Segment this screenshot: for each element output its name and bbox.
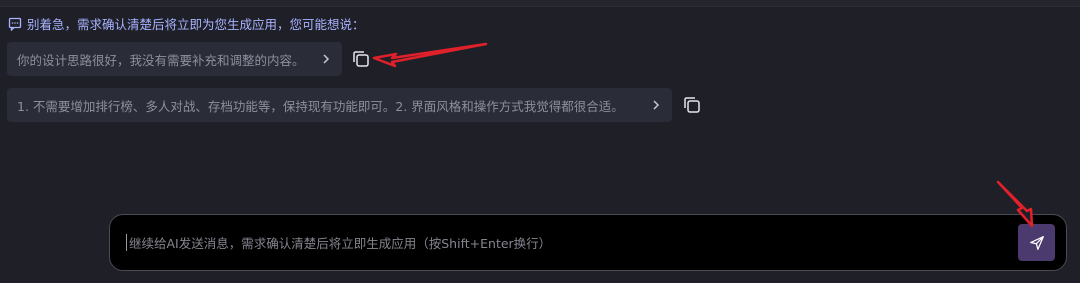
chevron-right-icon — [653, 100, 660, 110]
copy-icon[interactable] — [681, 94, 703, 116]
chat-bubble-icon — [8, 17, 22, 31]
message-input[interactable] — [127, 215, 1006, 272]
chevron-right-icon — [323, 54, 330, 64]
annotation-arrow-icon — [372, 42, 488, 68]
suggestion-text: 1. 不需要增加排行榜、多人对战、存档功能等，保持现有功能即可。2. 界面风格和… — [17, 98, 624, 114]
suggestion-1[interactable]: 你的设计思路很好，我没有需要补充和调整的内容。 — [7, 42, 342, 76]
hint-text: 别着急，需求确认清楚后将立即为您生成应用，您可能想说： — [27, 17, 365, 32]
paper-plane-icon — [1029, 235, 1044, 250]
top-divider — [0, 0, 1080, 7]
hint-row: 别着急，需求确认清楚后将立即为您生成应用，您可能想说： — [8, 14, 365, 33]
copy-icon[interactable] — [350, 48, 372, 70]
suggestion-2[interactable]: 1. 不需要增加排行榜、多人对战、存档功能等，保持现有功能即可。2. 界面风格和… — [7, 88, 672, 122]
suggestion-text: 你的设计思路很好，我没有需要补充和调整的内容。 — [17, 52, 305, 68]
message-composer — [109, 214, 1067, 272]
send-button[interactable] — [1018, 224, 1055, 261]
